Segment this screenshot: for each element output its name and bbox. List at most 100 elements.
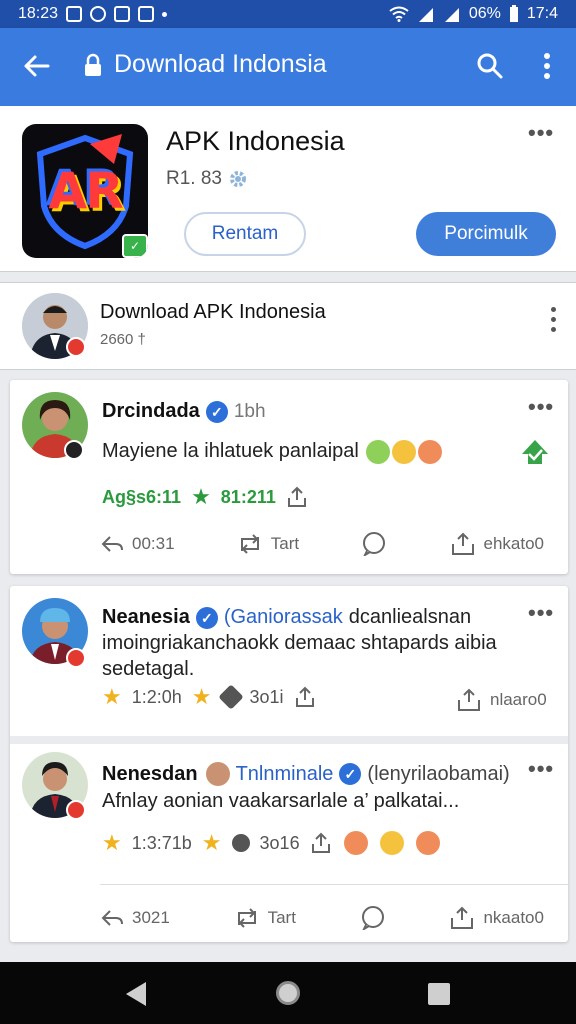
app-title-wrap: Download Indonsia: [84, 50, 327, 79]
post-more-icon[interactable]: •••: [528, 600, 554, 626]
stat-b: 81:211: [220, 486, 276, 507]
post-more-icon[interactable]: •••: [528, 394, 554, 420]
reply-button[interactable]: 00:31: [100, 532, 175, 556]
more-notifications-dot: [162, 11, 168, 17]
reply-icon: [101, 910, 123, 926]
browser-icon: [90, 6, 107, 22]
arrow-left-icon: [24, 55, 50, 77]
post-card: Drcindada ✓ 1bh ••• Mayiene la ihlatuek …: [10, 380, 568, 574]
battery-percent: 06%: [468, 5, 501, 22]
search-button[interactable]: [474, 50, 506, 82]
back-button[interactable]: [20, 50, 52, 82]
share-label: ehkato0: [483, 534, 545, 553]
share-icon: [451, 532, 474, 555]
share-button[interactable]: nkaato0: [449, 906, 544, 930]
page-followers: 2660 †: [100, 331, 146, 348]
app-meta: R1. 83: [166, 168, 248, 190]
post-text-content: Mayiene la ihlatuek panlaipal: [102, 440, 359, 462]
share-button[interactable]: nlaaro0: [456, 688, 547, 712]
repost-button[interactable]: Tart: [234, 906, 296, 930]
post-actions: 00:31 Tart ehkato0: [10, 532, 568, 556]
star-icon: ★: [102, 830, 122, 855]
emoji-icon: [392, 439, 417, 464]
emoji-icon: [343, 831, 368, 855]
share-button[interactable]: ehkato0: [450, 532, 545, 556]
share-icon[interactable]: [286, 486, 308, 508]
reply-count: 3021: [132, 908, 170, 927]
star-icon: ★: [201, 830, 222, 855]
author-handle: Tnlnminale: [235, 762, 334, 785]
avatar-badge-icon: [66, 648, 86, 668]
comment-icon: [361, 906, 384, 930]
share-icon[interactable]: [294, 686, 316, 708]
stat-a: 1:2:0h: [131, 686, 182, 707]
author-handle: (Ganiorassak: [223, 606, 343, 628]
app-info-card: AR ✓ APK Indonesia R1. 83 ••• Rentam Por…: [0, 106, 576, 272]
app-icon[interactable]: AR ✓: [22, 124, 148, 258]
reply-count: 00:31: [132, 534, 175, 553]
share-label: nlaaro0: [490, 690, 547, 709]
app-card-more-icon[interactable]: •••: [528, 120, 554, 146]
page-name: Download APK Indonesia: [100, 301, 326, 323]
post-text: Afnlay aonian vaakarsarlale a’ palkatai.…: [102, 788, 459, 814]
system-nav-bar: [0, 962, 576, 1024]
stat-a: Ag§s6:11: [102, 486, 182, 507]
post-stats: Ag§s6:11 ★ 81:211: [102, 484, 308, 510]
comment-button[interactable]: [361, 532, 387, 556]
nav-recents-icon[interactable]: [428, 983, 450, 1005]
post-author: Nenesdan Tnlnminale ✓ (lenyrilaobamai): [102, 762, 510, 786]
battery-icon: [509, 5, 518, 22]
avatar-badge-icon: [64, 440, 84, 460]
search-icon: [477, 53, 503, 79]
stat-b: 3o1i: [249, 686, 284, 707]
repost-icon: [237, 908, 256, 928]
secondary-button[interactable]: Rentam: [184, 212, 306, 256]
status-right: 06% 17:4: [389, 5, 558, 23]
comment-icon: [363, 532, 386, 556]
signal-icon-2: [444, 8, 459, 22]
share-icon: [458, 688, 480, 711]
author-handle-secondary: (lenyrilaobamai): [367, 762, 510, 785]
post-stats: ★ 1:2:0h ★ 3o1i: [102, 684, 316, 710]
nav-back-icon[interactable]: [126, 982, 146, 1006]
post-more-icon[interactable]: •••: [528, 756, 554, 782]
author-name: Nenesdan: [102, 762, 198, 785]
nav-home-icon[interactable]: [276, 981, 300, 1005]
download-badge-icon[interactable]: [520, 438, 550, 466]
emoji-icon: [379, 831, 404, 855]
status-bar: 18:23 06% 17:4: [0, 0, 576, 28]
post-text-line2: imoingriakanchaokk demaac shtapards aibi…: [102, 632, 497, 654]
post-card: Neanesia ✓ (Ganiorassak dcanliealsnan ••…: [10, 586, 568, 942]
status-time-right: 17:4: [526, 5, 558, 22]
verified-icon: ✓: [195, 606, 218, 629]
post-divider-line: [100, 884, 568, 885]
status-time: 18:23: [18, 5, 59, 22]
lock-icon: [85, 53, 101, 76]
page-more-icon[interactable]: [551, 307, 556, 332]
repost-button[interactable]: Tart: [237, 532, 299, 556]
comment-button[interactable]: [360, 906, 386, 930]
share-icon: [451, 906, 474, 929]
more-vertical-icon: [544, 53, 550, 79]
post-time: 1bh: [233, 400, 266, 422]
repost-label: Tart: [270, 534, 300, 553]
author-name: Neanesia: [102, 606, 190, 628]
primary-button[interactable]: Porcimulk: [416, 212, 556, 256]
post-actions: 3021 Tart nkaato0: [10, 906, 568, 930]
reply-button[interactable]: 3021: [100, 906, 170, 930]
post-text: imoingriakanchaokk demaac shtapards aibi…: [102, 630, 497, 682]
share-icon[interactable]: [310, 832, 332, 854]
signal-icon: [418, 8, 433, 22]
status-left: 18:23: [18, 5, 168, 23]
stat-b: 3o16: [259, 832, 300, 853]
app-name: APK Indonesia: [166, 126, 345, 156]
star-icon: ★: [191, 484, 211, 509]
page-card[interactable]: Download APK Indonesia 2660 †: [0, 282, 576, 370]
avatar-badge-icon: [66, 337, 86, 357]
reply-icon: [101, 536, 123, 552]
overflow-menu-button[interactable]: [532, 50, 562, 82]
share-label: nkaato0: [483, 908, 544, 927]
app-version: R1. 83: [166, 168, 222, 189]
gallery-icon: [114, 6, 131, 22]
gear-icon: [229, 171, 246, 187]
